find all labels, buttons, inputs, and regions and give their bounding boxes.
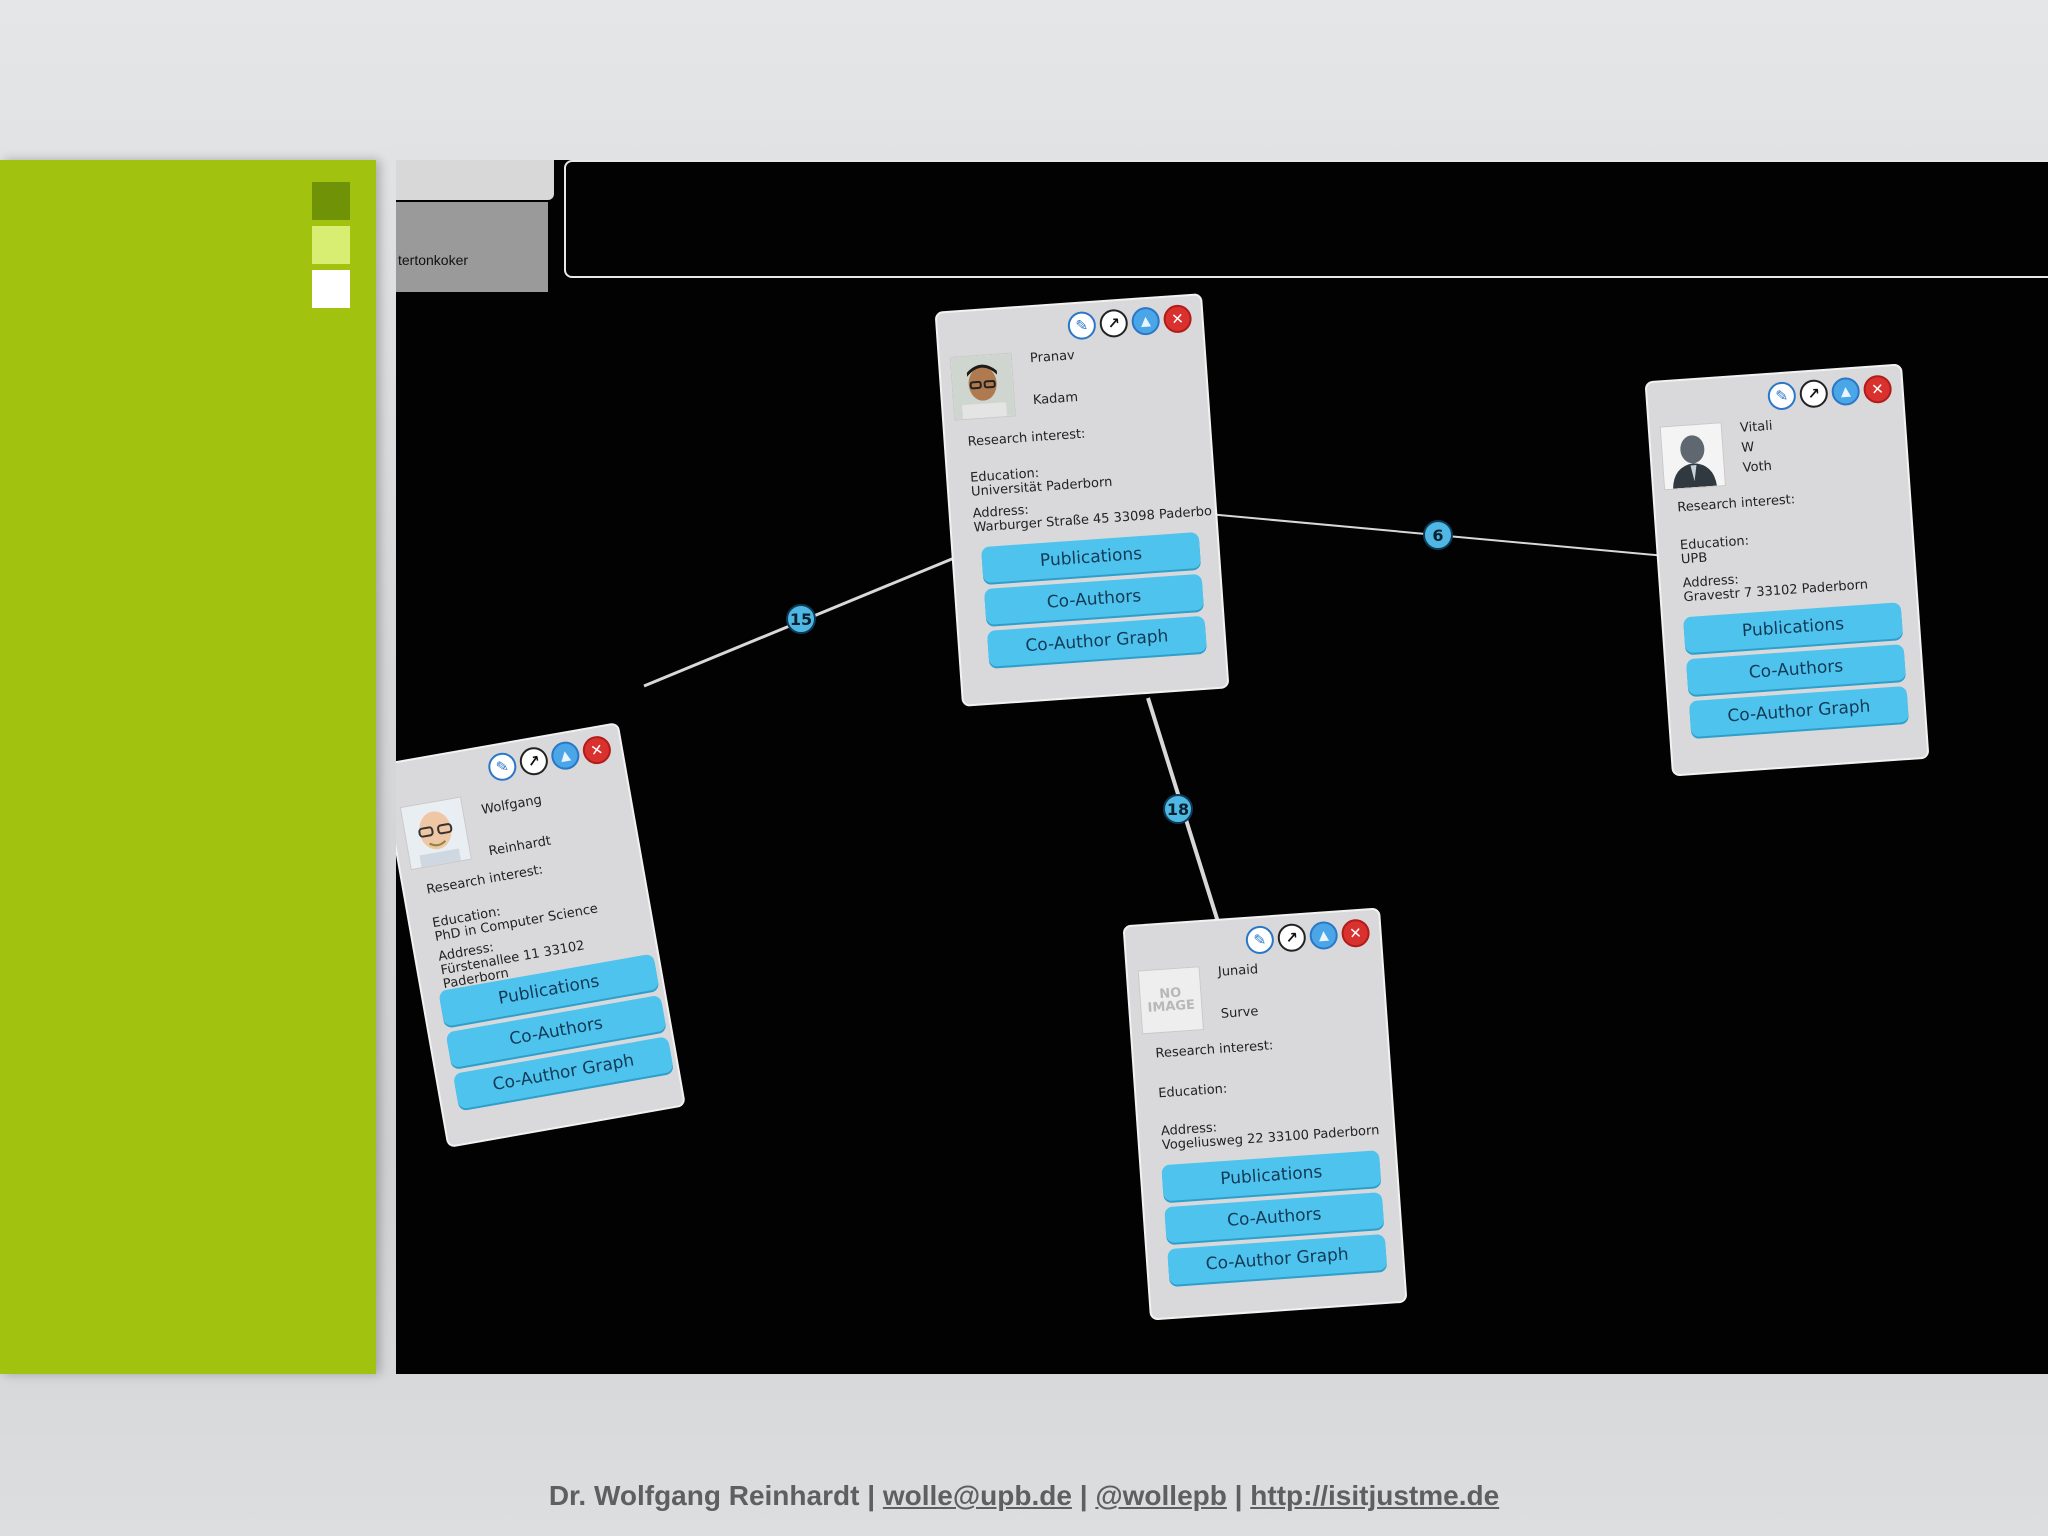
photo-avatar-icon — [950, 353, 1015, 420]
avatar — [949, 352, 1017, 421]
education: Education: — [1157, 1081, 1228, 1102]
coauthors-label: Co-Authors — [507, 1013, 605, 1050]
up-arrow-icon[interactable]: ▲ — [549, 739, 582, 772]
link-icon[interactable]: ↗ — [1798, 378, 1829, 409]
publications-label: Publications — [1219, 1162, 1323, 1190]
last-name: Reinhardt — [487, 833, 553, 860]
coauthor-graph-button[interactable]: Co-Author Graph — [986, 615, 1207, 667]
research-interest: Research interest: — [425, 862, 545, 898]
edge-badge-15: 15 — [786, 604, 816, 634]
address: Address: Gravestr 7 33102 Paderborn — [1682, 564, 1868, 605]
footer: Dr. Wolfgang Reinhardt | wolle@upb.de | … — [0, 1480, 2048, 1512]
footer-email-link[interactable]: wolle@upb.de — [883, 1480, 1072, 1511]
edit-icon[interactable]: ✎ — [486, 750, 519, 783]
last-name: Kadam — [1032, 390, 1079, 409]
link-icon[interactable]: ↗ — [517, 744, 551, 778]
edit-icon[interactable]: ✎ — [1244, 924, 1275, 955]
coauthor-graph-button[interactable]: Co-Author Graph — [1688, 685, 1909, 738]
first-name: Junaid — [1217, 962, 1259, 980]
middle-name: W — [1740, 440, 1755, 456]
first-name: Wolfgang — [480, 792, 543, 818]
research-label: Research interest: — [1155, 1038, 1274, 1062]
footer-twitter-link[interactable]: @wollepb — [1095, 1480, 1227, 1511]
footer-sep-1: | — [867, 1480, 876, 1511]
edge-badge-6: 6 — [1423, 520, 1453, 550]
author-card-pranav[interactable]: ✎ ↗ ▲ ✕ Pranav Kadam Research interest: … — [934, 293, 1230, 707]
coauthor-graph-label: Co-Author Graph — [1726, 696, 1871, 727]
coauthor-graph-label: Co-Author Graph — [1205, 1244, 1350, 1275]
businessman-avatar-icon — [1660, 423, 1725, 490]
close-icon[interactable]: ✕ — [1162, 303, 1193, 334]
up-arrow-icon[interactable]: ▲ — [1130, 306, 1161, 337]
edit-icon[interactable]: ✎ — [1066, 310, 1097, 341]
edge-badge-15-label: 15 — [789, 609, 813, 629]
last-name: Surve — [1220, 1004, 1259, 1022]
close-icon[interactable]: ✕ — [1340, 918, 1371, 949]
research-interest: Research interest: — [1676, 492, 1796, 516]
publications-label: Publications — [1741, 614, 1845, 642]
cartoon-avatar-icon — [400, 797, 471, 870]
edge-badge-6-label: 6 — [1432, 525, 1444, 545]
close-icon[interactable]: ✕ — [1862, 374, 1893, 405]
education: Education: Universität Paderborn — [970, 462, 1113, 500]
footer-sep-3: | — [1234, 1480, 1243, 1511]
link-icon[interactable]: ↗ — [1098, 308, 1129, 339]
coauthor-graph-label: Co-Author Graph — [1024, 626, 1169, 657]
education-label: Education: — [1157, 1081, 1228, 1102]
edge-badge-18-label: 18 — [1166, 799, 1190, 819]
research-label: Research interest: — [425, 862, 545, 898]
coauthors-label: Co-Authors — [1046, 586, 1142, 613]
edge-badge-18: 18 — [1163, 794, 1193, 824]
research-interest: Research interest: — [1155, 1038, 1274, 1062]
edit-icon[interactable]: ✎ — [1766, 380, 1797, 411]
swatch-white — [312, 270, 350, 308]
footer-website-link[interactable]: http://isitjustme.de — [1250, 1480, 1499, 1511]
swatch-dark-green — [312, 182, 350, 220]
no-image-line2: IMAGE — [1147, 997, 1196, 1016]
avatar — [399, 796, 472, 871]
first-name: Vitali — [1739, 418, 1773, 436]
avatar — [1659, 422, 1726, 491]
research-interest: Research interest: — [967, 426, 1086, 450]
coauthors-label: Co-Authors — [1748, 656, 1844, 683]
education-value: UPB — [1680, 550, 1708, 568]
author-card-junaid[interactable]: ✎ ↗ ▲ ✕ NO IMAGE Junaid Surve Research i… — [1122, 907, 1408, 1321]
up-arrow-icon[interactable]: ▲ — [1308, 920, 1339, 951]
swatch-light-green — [312, 226, 350, 264]
link-icon[interactable]: ↗ — [1276, 922, 1307, 953]
coauthor-graph-button[interactable]: Co-Author Graph — [1167, 1233, 1388, 1286]
close-icon[interactable]: ✕ — [580, 733, 614, 767]
last-name: Voth — [1742, 458, 1773, 476]
research-label: Research interest: — [967, 426, 1086, 450]
up-arrow-icon[interactable]: ▲ — [1830, 376, 1861, 407]
address: Address: Vogeliusweg 22 33100 Paderborn — [1160, 1110, 1379, 1153]
address: Address: Warburger Straße 45 33098 Pader… — [972, 491, 1212, 536]
author-card-vitali[interactable]: ✎ ↗ ▲ ✕ Vitali W Voth Research interest:… — [1644, 363, 1930, 777]
research-label: Research interest: — [1676, 492, 1796, 516]
footer-author: Dr. Wolfgang Reinhardt — [548, 1480, 860, 1511]
coauthors-label: Co-Authors — [1226, 1204, 1323, 1231]
education: Education: UPB — [1680, 534, 1751, 568]
no-image-placeholder-icon: NO IMAGE — [1146, 986, 1196, 1016]
graph-screen: tertonkoker 15 6 18 ✎ ↗ ▲ ✕ Wolfgang Rei… — [396, 160, 2048, 1374]
first-name: Pranav — [1029, 348, 1076, 367]
footer-sep-2: | — [1079, 1480, 1088, 1511]
avatar: NO IMAGE — [1137, 966, 1204, 1035]
side-panel — [0, 160, 376, 1374]
publications-label: Publications — [1039, 543, 1143, 572]
